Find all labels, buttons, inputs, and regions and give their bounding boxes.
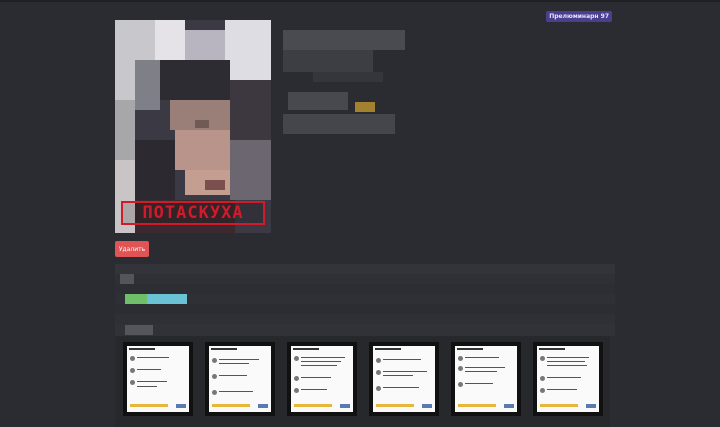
tags-row: [115, 294, 615, 304]
screenshot-thumbnail[interactable]: [369, 342, 439, 416]
section-row: [115, 284, 615, 294]
screenshot-thumbnail[interactable]: [123, 342, 193, 416]
section-row: [115, 274, 615, 284]
profile-photo: ПОТАСКУХА: [115, 20, 271, 233]
screenshot-thumbnail[interactable]: [533, 342, 603, 416]
top-border: [0, 0, 720, 2]
blurred-text: [313, 72, 383, 82]
blurred-text: [283, 50, 373, 72]
screenshot-thumbnail[interactable]: [205, 342, 275, 416]
screenshot-thumbnail[interactable]: [287, 342, 357, 416]
section-header-bar: [115, 264, 615, 274]
section-row: [115, 314, 615, 324]
tag-teal: [147, 294, 187, 304]
screenshots-gallery: [115, 336, 610, 427]
gallery-header-bar: [115, 324, 615, 336]
tag-green: [125, 294, 147, 304]
blurred-name: [283, 30, 405, 50]
screenshot-thumbnail[interactable]: [451, 342, 521, 416]
section-row: [115, 304, 615, 314]
blurred-gallery-title: [125, 325, 153, 335]
blurred-text: [288, 92, 348, 110]
blurred-text: [283, 114, 395, 134]
status-badge: Прелюминарн 97: [546, 11, 612, 22]
photo-stamp: ПОТАСКУХА: [121, 201, 265, 225]
blurred-highlight: [355, 102, 375, 112]
delete-button[interactable]: Удалить: [115, 241, 149, 257]
